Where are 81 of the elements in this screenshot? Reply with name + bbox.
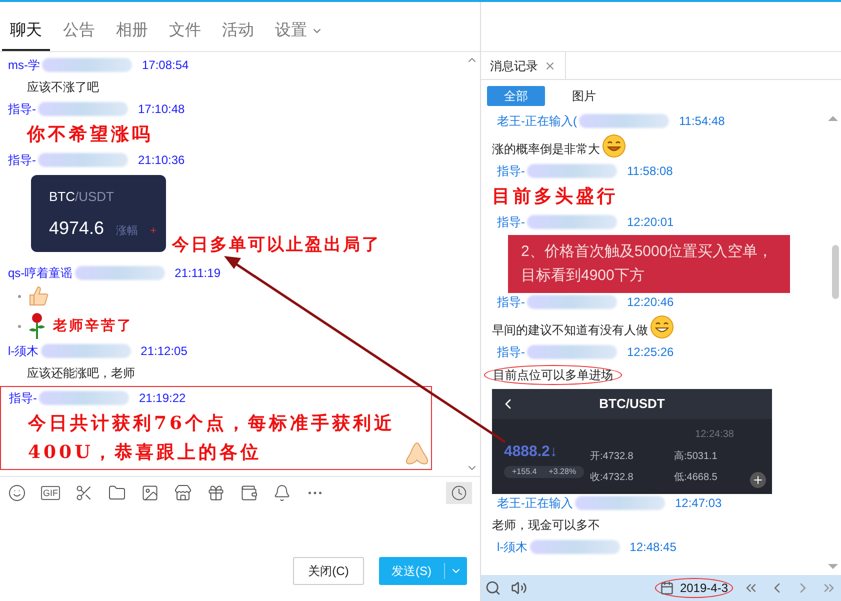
tab[interactable]: 聊天 [2,13,50,51]
plus-icon [752,474,764,486]
message-time: 12:20:01 [627,214,674,231]
highlighted-message: 你不希望涨吗 [27,123,153,147]
message-text: 早间的建议不知道有没有人做 [492,322,648,339]
message-time: 17:10:48 [138,101,185,118]
message-time: 12:20:46 [627,294,674,311]
tab[interactable]: 公告 [55,13,103,51]
store-icon[interactable] [174,484,192,502]
sender-name: 指导- [8,152,36,169]
highlighted-message: 今日共计获利76个点，每标准手获利近400U，恭喜跟上的各位 [28,412,396,465]
sender-name: 指导- [497,163,525,180]
folder-icon[interactable] [108,484,126,502]
sender-name: 指导- [497,344,525,361]
low-price: 低:4668.5 [674,471,718,485]
send-button[interactable]: 发送(S) [379,557,467,585]
change-label: 涨幅 [116,224,138,238]
history-tab[interactable]: 消息记录 [481,52,566,79]
close-icon[interactable] [544,60,556,72]
sender-name: 指导- [8,101,36,118]
message-time: 21:11:19 [174,265,220,282]
message-time: 21:19:22 [139,390,186,407]
image-icon[interactable] [141,484,159,502]
sender-name: l-须木 [497,539,528,556]
filter-tab[interactable]: 全部 [487,86,545,106]
history-button[interactable] [446,482,472,504]
gift-icon[interactable] [207,484,225,502]
close-button[interactable]: 关闭(C) [293,557,364,585]
change-value: +155.4 [512,466,537,478]
message-time: 11:54:48 [679,113,725,130]
sender-name: ms-学 [8,57,40,74]
message-text: 应该还能涨吧，老师 [27,365,135,382]
scissors-icon[interactable] [75,484,93,502]
sender-name: qs-哼着童谣 [8,265,73,282]
message-time: 12:25:26 [627,344,674,361]
message-text: 涨的概率倒是非常大 [492,141,600,158]
message-text: 目前点位可以多单进场 [484,365,622,385]
message-text: 应该不涨了吧 [27,79,99,96]
filter-tab[interactable]: 图片 [555,86,613,106]
sender-name: 老王-正在输入( [497,113,577,130]
emoji-icon[interactable] [8,484,26,502]
annotation-text: 今日多单可以止盈出局了 [172,235,381,255]
high-price: 高:5031.1 [674,450,718,464]
zoom-button[interactable] [750,472,766,488]
sender-name: 指导- [497,214,525,231]
message-text: 老师，现金可以多不 [492,517,600,534]
pair-base: BTC [49,188,75,206]
banner-text: 2、价格首次触及5000位置买入空单，目标看到4900下方 [521,243,773,284]
sender-name: 指导- [9,390,37,407]
calendar-icon [660,581,674,595]
tab[interactable]: 相册 [108,13,156,51]
message-time: 11:58:08 [627,163,673,180]
quote-title: BTC/USDT [599,395,665,414]
wallet-icon[interactable] [240,484,258,502]
search-icon[interactable] [485,580,501,596]
message-time: 12:47:03 [675,495,722,512]
message-time: 21:12:05 [140,343,188,360]
highlighted-message: 老师辛苦了 [53,316,133,336]
bell-icon[interactable] [273,484,291,502]
message-time: 17:08:54 [142,57,189,74]
speaker-icon[interactable] [511,580,527,596]
quote-price: 4888.2↓ [504,442,558,462]
date-picker[interactable]: 2019-4-3 [654,578,733,598]
sender-name: l-须木 [8,343,39,360]
close-price: 收:4732.8 [590,471,634,485]
open-price: 开:4732.8 [590,450,634,464]
sender-name: 指导- [497,294,525,311]
change-percent: +3.28% [548,466,576,478]
tab[interactable]: 文件 [161,13,209,51]
price-value: 4974.6 [49,216,104,240]
message-time: 12:48:45 [630,539,676,556]
gif-button[interactable]: GIF [41,486,60,500]
highlighted-message: 目前多头盛行 [492,185,618,209]
quote-time: 12:24:38 [695,428,734,442]
sender-name: 老王-正在输入 [497,495,573,512]
pair-quote: /USDT [75,188,114,206]
message-time: 21:10:36 [138,152,185,169]
scrollbar-thumb[interactable] [832,245,839,299]
tab[interactable]: 活动 [214,13,262,51]
tab[interactable]: 设置 [267,13,331,51]
change-value: + [150,224,156,238]
